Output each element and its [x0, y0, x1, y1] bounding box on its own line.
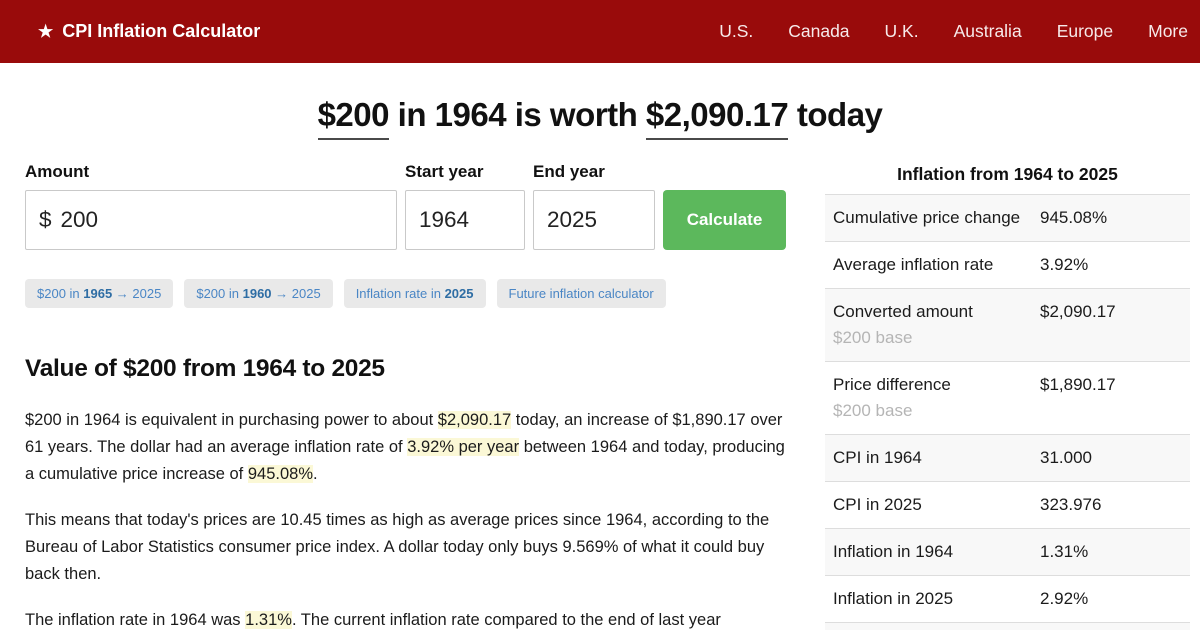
end-year-field-group: End year	[533, 162, 655, 250]
summary-row-sublabel: $200 base	[833, 328, 913, 347]
article-paragraph: The inflation rate in 1964 was 1.31%. Th…	[25, 611, 721, 629]
amount-input[interactable]	[60, 207, 386, 233]
dollar-prefix: $	[39, 207, 52, 232]
highlighted-value: 3.92% per year	[407, 438, 520, 456]
summary-row-sublabel: $200 base	[833, 401, 913, 420]
summary-row-label: Inflation in 1964	[833, 542, 954, 561]
related-link-chip[interactable]: Future inflation calculator	[496, 279, 666, 308]
amount-field-group: Amount $	[25, 162, 397, 250]
start-year-field-group: Start year	[405, 162, 525, 250]
page-title: $200 in 1964 is worth $2,090.17 today	[0, 96, 1200, 140]
amount-input-box[interactable]: $	[25, 190, 397, 250]
main-columns: Amount $ Start year End year Calculat	[0, 162, 1200, 630]
summary-row-label: $200 in 1964	[825, 623, 1032, 630]
header: ★ CPI Inflation Calculator U.S. Canada U.K…	[0, 0, 1200, 63]
section-heading: Value of $200 from 1964 to 2025	[25, 355, 385, 382]
related-links: $200 in 1965 → 2025 $200 in 1960 → 2025 In…	[25, 279, 787, 308]
related-link-chip[interactable]: $200 in 1960 → 2025	[184, 279, 333, 308]
star-icon: ★	[38, 21, 54, 41]
summary-row: CPI in 2025 323.976	[825, 481, 1190, 529]
article-paragraph: $200 in 1964 is equivalent in purchasing…	[25, 411, 785, 483]
brand-title: CPI Inflation Calculator	[62, 21, 261, 41]
amount-label: Amount	[25, 162, 90, 181]
highlighted-value: $2,090.17	[437, 411, 512, 429]
summary-table-body: Cumulative price change 945.08% Average in…	[825, 194, 1190, 630]
summary-row-label: CPI in 2025	[833, 495, 922, 514]
nav-item-canada[interactable]: Canada	[788, 21, 849, 42]
summary-row-label: Average inflation rate	[833, 255, 994, 274]
summary-row-value: 323.976	[1040, 495, 1102, 514]
summary-row: Price difference $200 base $1,890.17	[825, 361, 1190, 435]
nav-item-australia[interactable]: Australia	[954, 21, 1022, 42]
summary-row-value: 31.000	[1040, 448, 1092, 467]
summary-row-label: Inflation in 2025	[833, 589, 954, 608]
summary-row-value: $2,090.17	[1040, 302, 1116, 321]
article: Value of $200 from 1964 to 2025 $200 in …	[25, 355, 787, 630]
summary-row: Cumulative price change 945.08%	[825, 194, 1190, 242]
summary-row-value: 1.31%	[1040, 542, 1089, 561]
start-year-input[interactable]	[419, 207, 514, 233]
highlighted-value: 1.31%	[245, 611, 292, 629]
brand-home-link[interactable]: ★ CPI Inflation Calculator	[38, 21, 260, 42]
calculator-column: Amount $ Start year End year Calculat	[25, 162, 787, 630]
summary-row: CPI in 1964 31.000	[825, 434, 1190, 482]
header-nav: U.S. Canada U.K. Australia Europe More	[719, 21, 1192, 42]
nav-item-us[interactable]: U.S.	[719, 21, 753, 42]
summary-row-value: 945.08%	[1040, 208, 1108, 227]
end-year-input[interactable]	[547, 207, 644, 233]
summary-row-label: Price difference $200 base	[825, 362, 1032, 435]
summary-row-label: Converted amount $200 base	[825, 289, 1032, 362]
summary-row: Inflation in 1964 1.31%	[825, 528, 1190, 576]
summary-row-value: 3.92%	[1040, 255, 1089, 274]
nav-item-uk[interactable]: U.K.	[885, 21, 919, 42]
summary-table-title: Inflation from 1964 to 2025	[897, 164, 1118, 184]
summary-row: Converted amount $200 base $2,090.17	[825, 288, 1190, 362]
end-year-input-box[interactable]	[533, 190, 655, 250]
title-text: today	[788, 96, 883, 133]
summary-row: Inflation in 2025 2.92%	[825, 575, 1190, 623]
summary-row: Average inflation rate 3.92%	[825, 241, 1190, 289]
summary-row-label: CPI in 1964	[833, 448, 922, 467]
start-year-input-box[interactable]	[405, 190, 525, 250]
calculate-button-wrap: Calculate	[663, 162, 786, 250]
title-text: in 1964 is worth	[389, 96, 646, 133]
article-paragraph: This means that today's prices are 10.45…	[25, 511, 770, 583]
highlighted-value: 945.08%	[247, 465, 313, 483]
summary-row-value: $1,890.17	[1040, 375, 1116, 394]
title-underlined-value: $2,090.17	[645, 96, 789, 140]
calculate-button[interactable]: Calculate	[663, 190, 786, 250]
summary-row-value: 2.92%	[1040, 589, 1089, 608]
summary-sidebar: Inflation from 1964 to 2025 Cumulative p…	[825, 162, 1190, 630]
article-paragraphs: $200 in 1964 is equivalent in purchasing…	[25, 407, 787, 630]
summary-row-value: $2,090.17 in	[1032, 623, 1190, 630]
related-link-chip[interactable]: Inflation rate in 2025	[343, 279, 486, 308]
nav-item-europe[interactable]: Europe	[1057, 21, 1113, 42]
summary-table: Cumulative price change 945.08% Average in…	[825, 194, 1190, 630]
nav-item-more[interactable]: More	[1148, 21, 1188, 42]
summary-row: $200 in 1964$2,090.17 in	[825, 622, 1190, 630]
calculator-form: Amount $ Start year End year Calculat	[25, 162, 787, 250]
related-link-chip[interactable]: $200 in 1965 → 2025	[25, 279, 174, 308]
start-year-label: Start year	[405, 162, 484, 181]
end-year-label: End year	[533, 162, 605, 181]
summary-row-label: Cumulative price change	[833, 208, 1021, 227]
title-underlined-value: $200	[317, 96, 390, 140]
